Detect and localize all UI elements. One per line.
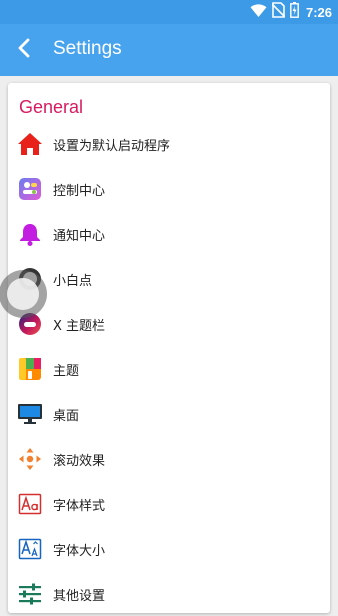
app-bar: Settings <box>0 24 338 76</box>
status-icons: 7:26 <box>250 2 332 22</box>
arrow-back-icon <box>17 38 31 62</box>
scroll-effect-icon <box>17 446 43 472</box>
menu-item-control-center[interactable]: 控制中心 <box>8 166 330 211</box>
menu-item-default-launcher[interactable]: 设置为默认启动程序 <box>8 121 330 166</box>
menu-item-desktop[interactable]: 桌面 <box>8 391 330 436</box>
battery-charging-icon <box>290 2 299 22</box>
menu-item-label: X 主题栏 <box>53 319 106 334</box>
menu-item-label: 设置为默认启动程序 <box>53 139 171 154</box>
status-time: 7:26 <box>305 4 332 20</box>
home-icon <box>17 131 43 157</box>
menu-item-label: 通知中心 <box>53 229 106 244</box>
menu-item-label: 字体样式 <box>53 499 106 514</box>
status-bar: 7:26 <box>0 0 338 24</box>
menu-item-scroll-effect[interactable]: 滚动效果 <box>8 436 330 481</box>
control-center-icon <box>17 176 43 202</box>
menu-item-theme[interactable]: 主题 <box>8 346 330 391</box>
assistive-touch-button[interactable] <box>0 270 47 318</box>
menu-item-label: 其他设置 <box>53 589 106 604</box>
sliders-icon <box>17 581 43 607</box>
back-button[interactable] <box>10 36 38 64</box>
desktop-monitor-icon <box>17 401 43 427</box>
menu-item-font-size[interactable]: 字体大小 <box>8 526 330 571</box>
wifi-icon <box>250 3 267 22</box>
no-sim-icon <box>271 2 286 22</box>
menu-item-label: 主题 <box>53 364 80 379</box>
menu-item-font-style[interactable]: 字体样式 <box>8 481 330 526</box>
font-size-icon <box>17 536 43 562</box>
page-title: Settings <box>53 38 122 59</box>
menu-item-notification-center[interactable]: 通知中心 <box>8 211 330 256</box>
menu-item-other-settings[interactable]: 其他设置 <box>8 571 330 616</box>
menu-item-x-theme-bar[interactable]: X 主题栏 <box>8 301 330 346</box>
settings-card: General 设置为默认启动程序 控制中心 通知中心 小白点 X 主题栏 主题… <box>8 83 330 613</box>
menu-item-label: 字体大小 <box>53 544 106 559</box>
menu-item-label: 小白点 <box>53 274 93 289</box>
menu-item-assistive-dot[interactable]: 小白点 <box>8 256 330 301</box>
menu-item-label: 滚动效果 <box>53 454 106 469</box>
bell-icon <box>17 221 43 247</box>
font-style-icon <box>17 491 43 517</box>
section-title-general: General <box>19 97 84 117</box>
assistive-touch-icon <box>7 278 39 310</box>
menu-item-label: 控制中心 <box>53 184 106 199</box>
theme-icon <box>17 356 43 382</box>
menu-item-label: 桌面 <box>53 409 80 424</box>
